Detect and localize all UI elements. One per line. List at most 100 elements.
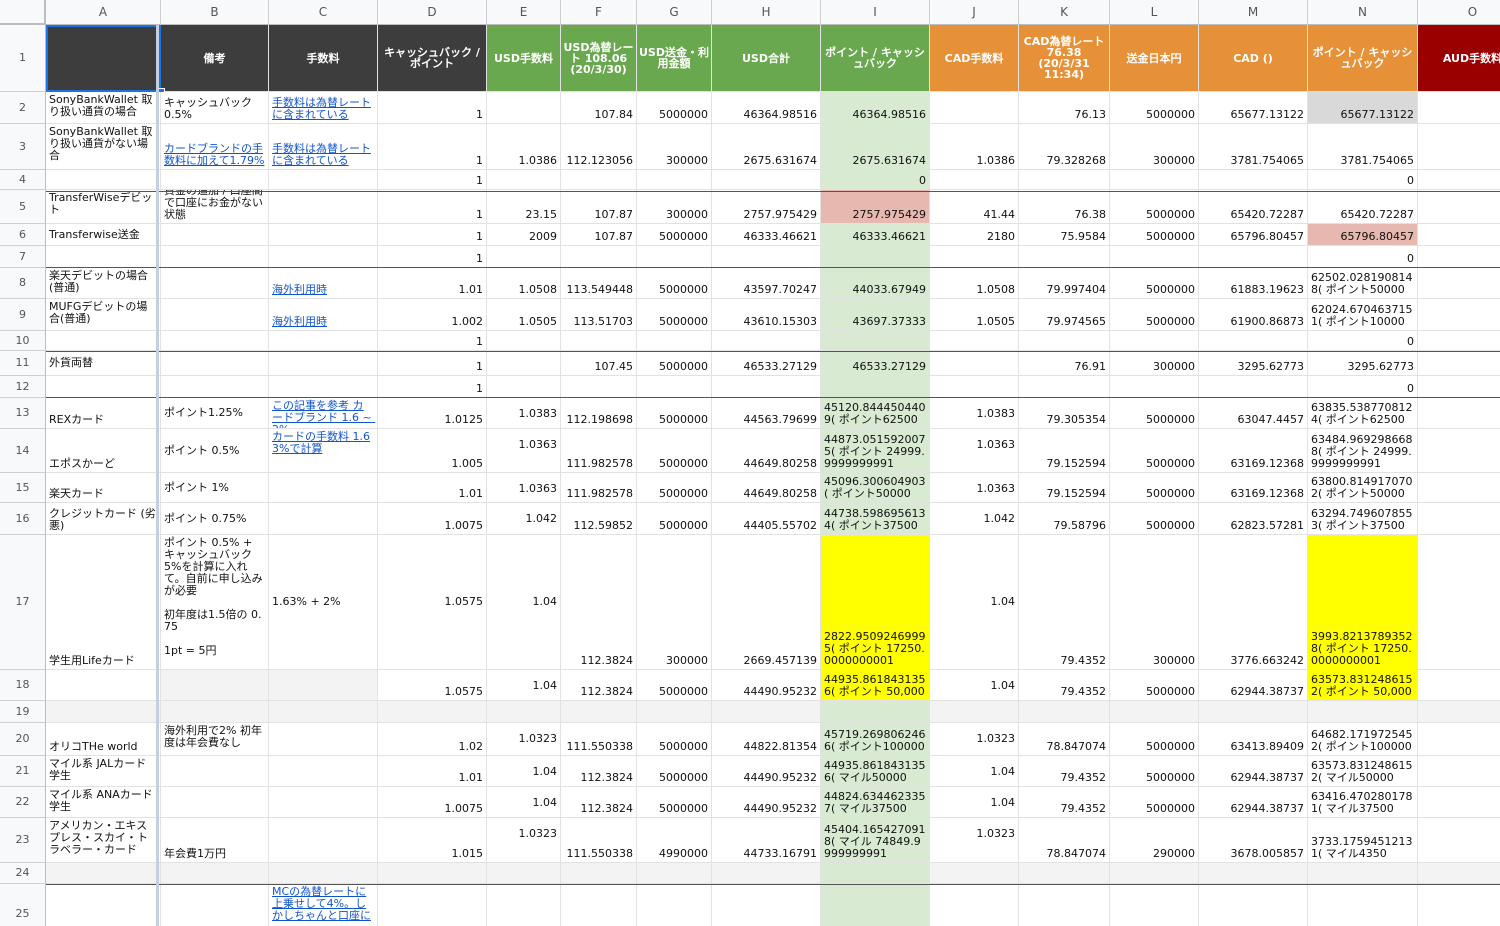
cell-e4[interactable] (487, 170, 561, 190)
cell-f4[interactable] (561, 170, 637, 190)
column-header-n[interactable]: N (1308, 0, 1418, 25)
cell-d25[interactable] (378, 884, 487, 926)
cell-j15[interactable]: 1.0363 (930, 473, 1019, 503)
cell-m12[interactable] (1199, 376, 1308, 398)
header-cell-e[interactable]: USD手数料 (487, 25, 561, 92)
cell-k2[interactable]: 76.13 (1019, 92, 1110, 124)
cell-o11[interactable] (1418, 351, 1500, 376)
header-cell-o[interactable]: AUD手数料 (1418, 25, 1500, 92)
select-all-corner[interactable] (0, 0, 46, 25)
cell-j5[interactable]: 41.44 (930, 190, 1019, 224)
cell-c16[interactable] (269, 503, 378, 535)
cell-d19[interactable] (378, 701, 487, 723)
cell-a19[interactable] (46, 701, 161, 723)
cell-k15[interactable]: 79.152594 (1019, 473, 1110, 503)
cell-c4[interactable] (269, 170, 378, 190)
cell-f15[interactable]: 111.982578 (561, 473, 637, 503)
cell-j23[interactable]: 1.0323 (930, 818, 1019, 863)
cell-h7[interactable] (712, 246, 821, 268)
cell-i15[interactable]: 45096.300604903( ポイント50000 (821, 473, 930, 503)
cell-m18[interactable]: 62944.38737 (1199, 670, 1308, 701)
cell-i18[interactable]: 44935.8618431356( ポイント 50,000 (821, 670, 930, 701)
cell-g17[interactable]: 300000 (637, 535, 712, 670)
cell-d4[interactable]: 1 (378, 170, 487, 190)
cell-n2[interactable]: 65677.13122 (1308, 92, 1418, 124)
row-header-25[interactable]: 25 (0, 884, 46, 926)
cell-m2[interactable]: 65677.13122 (1199, 92, 1308, 124)
row-header-15[interactable]: 15 (0, 473, 46, 503)
cell-k8[interactable]: 79.997404 (1019, 268, 1110, 299)
cell-c23[interactable] (269, 818, 378, 863)
cell-g23[interactable]: 4990000 (637, 818, 712, 863)
cell-d16[interactable]: 1.0075 (378, 503, 487, 535)
cell-m21[interactable]: 62944.38737 (1199, 756, 1308, 787)
cell-l16[interactable]: 5000000 (1110, 503, 1199, 535)
cell-l25[interactable] (1110, 884, 1199, 926)
cell-c11[interactable] (269, 351, 378, 376)
cell-c2-value[interactable]: 手数料は為替レートに含まれている (272, 97, 374, 121)
cell-d21[interactable]: 1.01 (378, 756, 487, 787)
cell-k5[interactable]: 76.38 (1019, 190, 1110, 224)
cell-e12[interactable] (487, 376, 561, 398)
cell-j2[interactable] (930, 92, 1019, 124)
cell-m23[interactable]: 3678.005857 (1199, 818, 1308, 863)
cell-g15[interactable]: 5000000 (637, 473, 712, 503)
cell-f6[interactable]: 107.87 (561, 224, 637, 246)
cell-o17[interactable] (1418, 535, 1500, 670)
cell-c3-value[interactable]: 手数料は為替レートに含まれている (272, 143, 374, 167)
cell-j14[interactable]: 1.0363 (930, 429, 1019, 473)
cell-o10[interactable] (1418, 331, 1500, 351)
cell-k16[interactable]: 79.58796 (1019, 503, 1110, 535)
cell-h21[interactable]: 44490.95232 (712, 756, 821, 787)
row-header-13[interactable]: 13 (0, 398, 46, 429)
header-cell-k[interactable]: CAD為替レート 76.38 (20/3/31 11:34) (1019, 25, 1110, 92)
cell-a21[interactable]: マイル系 JALカード学生 (46, 756, 161, 787)
row-header-4[interactable]: 4 (0, 170, 46, 190)
row-header-11[interactable]: 11 (0, 351, 46, 376)
column-header-k[interactable]: K (1019, 0, 1110, 25)
cell-g2[interactable]: 5000000 (637, 92, 712, 124)
cell-n15[interactable]: 63800.8149170702( ポイント50000 (1308, 473, 1418, 503)
row-header-21[interactable]: 21 (0, 756, 46, 787)
cell-h24[interactable] (712, 863, 821, 884)
cell-m8[interactable]: 61883.19623 (1199, 268, 1308, 299)
cell-h22[interactable]: 44490.95232 (712, 787, 821, 818)
cell-c20[interactable] (269, 723, 378, 756)
cell-b7[interactable] (161, 246, 269, 268)
row-header-12[interactable]: 12 (0, 376, 46, 398)
header-cell-a[interactable] (46, 25, 161, 92)
cell-k20[interactable]: 78.847074 (1019, 723, 1110, 756)
row-header-17[interactable]: 17 (0, 535, 46, 670)
cell-f7[interactable] (561, 246, 637, 268)
cell-k12[interactable] (1019, 376, 1110, 398)
cell-m16[interactable]: 62823.57281 (1199, 503, 1308, 535)
cell-m11[interactable]: 3295.62773 (1199, 351, 1308, 376)
cell-g12[interactable] (637, 376, 712, 398)
cell-c8[interactable]: 海外利用時 (269, 268, 378, 299)
cell-a5[interactable]: TransferWiseデビット (46, 190, 161, 224)
cell-k22[interactable]: 79.4352 (1019, 787, 1110, 818)
cell-m17[interactable]: 3776.663242 (1199, 535, 1308, 670)
cell-i2[interactable]: 46364.98516 (821, 92, 930, 124)
cell-o25[interactable] (1418, 884, 1500, 926)
cell-d24[interactable] (378, 863, 487, 884)
cell-m19[interactable] (1199, 701, 1308, 723)
cell-j10[interactable] (930, 331, 1019, 351)
cell-a2[interactable]: SonyBankWallet 取り扱い通貨の場合 (46, 92, 161, 124)
cell-o3[interactable]: 1.0 (1418, 124, 1500, 170)
cell-f3[interactable]: 112.123056 (561, 124, 637, 170)
cell-d17[interactable]: 1.0575 (378, 535, 487, 670)
cell-m9[interactable]: 61900.86873 (1199, 299, 1308, 331)
cell-b22[interactable] (161, 787, 269, 818)
cell-i7[interactable] (821, 246, 930, 268)
cell-f2[interactable]: 107.84 (561, 92, 637, 124)
cell-d13[interactable]: 1.0125 (378, 398, 487, 429)
cell-h6[interactable]: 46333.46621 (712, 224, 821, 246)
cell-l8[interactable]: 5000000 (1110, 268, 1199, 299)
cell-j9[interactable]: 1.0505 (930, 299, 1019, 331)
cell-k23[interactable]: 78.847074 (1019, 818, 1110, 863)
cell-o22[interactable] (1418, 787, 1500, 818)
cell-j16[interactable]: 1.042 (930, 503, 1019, 535)
cell-h25[interactable] (712, 884, 821, 926)
cell-h9[interactable]: 43610.15303 (712, 299, 821, 331)
